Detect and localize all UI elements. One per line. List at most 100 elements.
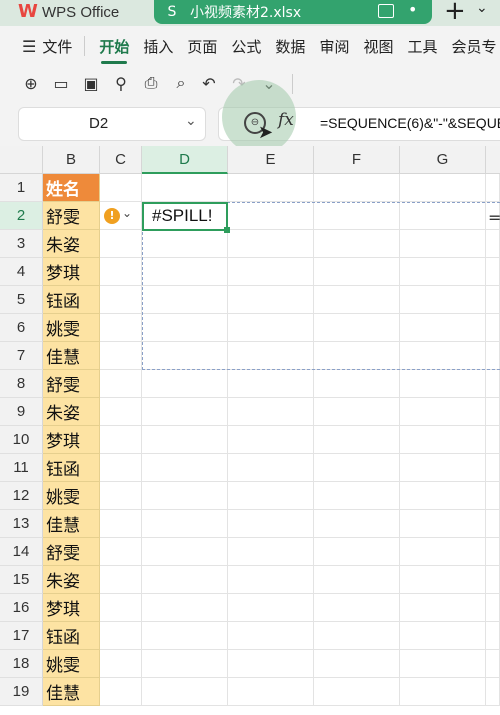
grid-cell[interactable] xyxy=(400,510,486,538)
row-header[interactable]: 6 xyxy=(0,314,43,342)
menu-home[interactable]: 开始 xyxy=(99,36,129,64)
grid-cell[interactable] xyxy=(142,370,228,398)
grid-cell[interactable] xyxy=(228,426,314,454)
grid-cell[interactable] xyxy=(100,454,142,482)
grid-cell[interactable] xyxy=(228,370,314,398)
grid-cell[interactable] xyxy=(100,538,142,566)
grid-cell[interactable] xyxy=(100,566,142,594)
grid-cell[interactable] xyxy=(142,482,228,510)
name-cell[interactable]: 梦琪 xyxy=(43,426,100,454)
name-cell[interactable]: 梦琪 xyxy=(43,258,100,286)
grid-cell[interactable] xyxy=(142,538,228,566)
column-header-c[interactable]: C xyxy=(100,146,142,174)
window-icon[interactable] xyxy=(378,4,394,18)
grid-cell[interactable] xyxy=(228,566,314,594)
grid-cell[interactable] xyxy=(400,622,486,650)
grid-cell[interactable] xyxy=(314,622,400,650)
grid-cell[interactable] xyxy=(486,622,500,650)
grid-cell[interactable] xyxy=(228,482,314,510)
column-header-e[interactable]: E xyxy=(228,146,314,174)
grid-cell[interactable] xyxy=(228,594,314,622)
new-tab-button[interactable]: + xyxy=(444,0,466,26)
name-cell[interactable]: 佳慧 xyxy=(43,678,100,706)
column-header-g[interactable]: G xyxy=(400,146,486,174)
grid-cell[interactable] xyxy=(142,594,228,622)
name-cell[interactable]: 朱姿 xyxy=(43,566,100,594)
grid-cell[interactable] xyxy=(100,342,142,370)
grid-cell[interactable] xyxy=(400,650,486,678)
function-icon[interactable]: fx xyxy=(278,110,294,130)
row-header[interactable]: 8 xyxy=(0,370,43,398)
grid-cell[interactable] xyxy=(486,594,500,622)
grid-cell[interactable] xyxy=(100,258,142,286)
grid-cell[interactable] xyxy=(400,482,486,510)
grid-cell[interactable] xyxy=(314,594,400,622)
grid-cell[interactable] xyxy=(228,622,314,650)
grid-cell[interactable] xyxy=(400,454,486,482)
menu-view[interactable]: 视图 xyxy=(363,36,393,57)
menu-file[interactable]: 文件 xyxy=(42,36,72,57)
row-header[interactable]: 18 xyxy=(0,650,43,678)
grid-cell[interactable] xyxy=(100,510,142,538)
row-header[interactable]: 1 xyxy=(0,174,43,202)
namebox-chevron-icon[interactable]: ⌄ xyxy=(185,113,197,129)
menu-insert[interactable]: 插入 xyxy=(143,36,173,57)
row-header[interactable]: 14 xyxy=(0,538,43,566)
name-cell[interactable]: 舒雯 xyxy=(43,370,100,398)
grid-cell[interactable] xyxy=(314,678,400,706)
grid-cell[interactable] xyxy=(142,398,228,426)
grid-cell[interactable] xyxy=(100,594,142,622)
row-header[interactable]: 3 xyxy=(0,230,43,258)
name-box[interactable]: D2 ⌄ xyxy=(18,107,206,141)
grid-cell[interactable] xyxy=(100,426,142,454)
grid-cell[interactable] xyxy=(142,678,228,706)
grid-cell[interactable] xyxy=(314,482,400,510)
grid-cell[interactable] xyxy=(228,650,314,678)
grid-cell[interactable] xyxy=(486,482,500,510)
grid-cell[interactable] xyxy=(486,538,500,566)
name-cell[interactable]: 姚雯 xyxy=(43,314,100,342)
menu-member[interactable]: 会员专 xyxy=(451,36,496,57)
grid-cell[interactable] xyxy=(142,510,228,538)
name-cell[interactable]: 钰函 xyxy=(43,622,100,650)
row-header[interactable]: 5 xyxy=(0,286,43,314)
grid-cell[interactable] xyxy=(400,678,486,706)
grid-cell[interactable] xyxy=(400,370,486,398)
name-cell[interactable]: 朱姿 xyxy=(43,398,100,426)
grid-cell[interactable] xyxy=(100,482,142,510)
grid-cell[interactable] xyxy=(228,678,314,706)
name-cell[interactable]: 朱姿 xyxy=(43,230,100,258)
close-tab-icon[interactable]: • xyxy=(408,0,417,19)
name-cell[interactable]: 钰函 xyxy=(43,286,100,314)
fill-handle[interactable] xyxy=(224,227,230,233)
grid-cell[interactable] xyxy=(228,174,314,202)
share-icon[interactable]: ⚲ xyxy=(110,72,132,94)
grid-cell[interactable] xyxy=(314,510,400,538)
save-icon[interactable]: ▣ xyxy=(80,72,102,94)
name-cell[interactable]: 佳慧 xyxy=(43,342,100,370)
grid-cell[interactable] xyxy=(100,370,142,398)
grid-cell[interactable] xyxy=(100,314,142,342)
column-header-h[interactable] xyxy=(486,146,500,174)
menu-page[interactable]: 页面 xyxy=(187,36,217,57)
row-header[interactable]: 17 xyxy=(0,622,43,650)
select-all-corner[interactable] xyxy=(0,146,43,174)
grid-cell[interactable] xyxy=(100,230,142,258)
grid-cell[interactable] xyxy=(314,370,400,398)
grid-cell[interactable] xyxy=(486,566,500,594)
grid-cell[interactable] xyxy=(100,286,142,314)
grid-cell[interactable] xyxy=(486,398,500,426)
name-cell[interactable]: 姚雯 xyxy=(43,650,100,678)
row-header[interactable]: 15 xyxy=(0,566,43,594)
grid-cell[interactable] xyxy=(486,426,500,454)
hamburger-icon[interactable]: ☰ xyxy=(22,37,36,56)
grid-cell[interactable] xyxy=(100,622,142,650)
name-cell[interactable]: 舒雯 xyxy=(43,538,100,566)
grid-cell[interactable] xyxy=(400,174,486,202)
row-header[interactable]: 2 xyxy=(0,202,43,230)
grid-cell[interactable] xyxy=(228,398,314,426)
row-header[interactable]: 7 xyxy=(0,342,43,370)
grid-cell[interactable] xyxy=(314,454,400,482)
menu-data[interactable]: 数据 xyxy=(275,36,305,57)
grid-cell[interactable] xyxy=(142,622,228,650)
